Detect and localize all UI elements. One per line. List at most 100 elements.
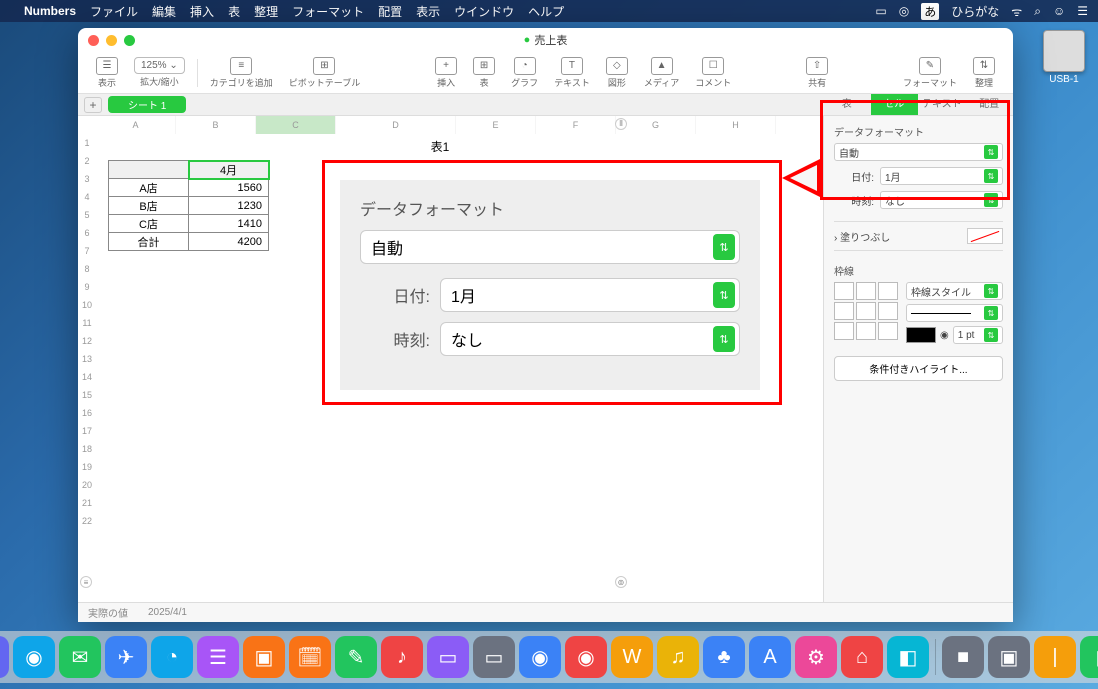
row-header[interactable]: 19 <box>78 458 96 476</box>
data-table[interactable]: 4月 A店1560 B店1230 C店1410 合計4200 <box>108 160 269 251</box>
battery-icon[interactable]: ▭ <box>875 4 886 18</box>
dock-app-icon[interactable]: ✎ <box>335 636 377 678</box>
dock-app-icon[interactable]: ♪ <box>381 636 423 678</box>
row-header[interactable]: 18 <box>78 440 96 458</box>
cell-store[interactable]: C店 <box>109 215 189 233</box>
zoom-select[interactable]: 125% ⌄ <box>134 57 185 74</box>
tb-share[interactable]: ⇧共有 <box>798 57 836 89</box>
app-name[interactable]: Numbers <box>24 4 76 18</box>
dock-app-icon[interactable]: ✈ <box>105 636 147 678</box>
data-format-select[interactable]: 自動⇅ <box>834 143 1003 161</box>
dock-app-icon[interactable]: ⚙ <box>795 636 837 678</box>
column-header[interactable]: D <box>336 116 456 134</box>
tb-zoom[interactable]: 125% ⌄拡大/縮小 <box>126 57 193 88</box>
dock-app-icon[interactable]: ⊞ <box>0 636 9 678</box>
menu-insert[interactable]: 挿入 <box>190 3 214 20</box>
row-header[interactable]: 22 <box>78 512 96 530</box>
fill-swatch[interactable] <box>967 228 1003 244</box>
column-header[interactable]: H <box>696 116 776 134</box>
conditional-highlight-button[interactable]: 条件付きハイライト... <box>834 356 1003 381</box>
row-header[interactable]: 17 <box>78 422 96 440</box>
dock-app-icon[interactable]: 🗓 <box>289 636 331 678</box>
border-picker[interactable] <box>834 282 898 340</box>
column-header[interactable]: F <box>536 116 616 134</box>
dock-app-icon[interactable]: | <box>1034 636 1076 678</box>
cell-value[interactable]: 1410 <box>189 215 269 233</box>
spotlight-icon[interactable]: ◎ <box>899 4 909 18</box>
dock-app-icon[interactable]: ◧ <box>887 636 929 678</box>
dock-app-icon[interactable]: ▭ <box>427 636 469 678</box>
wifi-icon[interactable]: ᯤ <box>1011 3 1022 20</box>
dock-app-icon[interactable]: A <box>749 636 791 678</box>
menu-edit[interactable]: 編集 <box>152 3 176 20</box>
tb-chart[interactable]: ◔グラフ <box>503 57 546 89</box>
row-header[interactable]: 7 <box>78 242 96 260</box>
row-header[interactable]: 11 <box>78 314 96 332</box>
row-header[interactable]: 10 <box>78 296 96 314</box>
row-header[interactable]: 8 <box>78 260 96 278</box>
column-header[interactable]: C <box>256 116 336 134</box>
menu-view[interactable]: 表示 <box>416 3 440 20</box>
add-sheet-button[interactable]: + <box>84 97 102 113</box>
row-header[interactable]: 6 <box>78 224 96 242</box>
dock-app-icon[interactable]: ☰ <box>197 636 239 678</box>
callout-date-select[interactable]: 1月⇅ <box>440 278 740 312</box>
row-header[interactable]: 4 <box>78 188 96 206</box>
ime-badge[interactable]: あ <box>921 3 939 20</box>
scroll-handle-icon[interactable]: ⊚ <box>615 576 627 588</box>
scroll-handle-icon[interactable]: ⫴ <box>615 118 627 130</box>
row-header[interactable]: 15 <box>78 386 96 404</box>
dock-app-icon[interactable]: ✉ <box>59 636 101 678</box>
row-header[interactable]: 5 <box>78 206 96 224</box>
date-select[interactable]: 1月⇅ <box>880 167 1003 185</box>
maximize-icon[interactable] <box>124 35 135 46</box>
sheet-tab[interactable]: シート 1 <box>108 96 186 113</box>
scroll-handle-icon[interactable]: ≡ <box>80 576 92 588</box>
dock-app-icon[interactable]: ◔ <box>151 636 193 678</box>
dock-app-icon[interactable]: ▮ <box>1080 636 1098 678</box>
row-header[interactable]: 21 <box>78 494 96 512</box>
cell-store[interactable]: 合計 <box>109 233 189 251</box>
row-header[interactable]: 2 <box>78 152 96 170</box>
row-header[interactable]: 9 <box>78 278 96 296</box>
dock-app-icon[interactable]: ⌂ <box>841 636 883 678</box>
menu-table[interactable]: 表 <box>228 3 240 20</box>
menu-organize[interactable]: 整理 <box>254 3 278 20</box>
inspector-tab-cell[interactable]: セル <box>871 94 919 115</box>
tb-media[interactable]: ▲メディア <box>636 57 687 89</box>
inspector-tab-layout[interactable]: 配置 <box>966 94 1014 115</box>
row-header[interactable]: 3 <box>78 170 96 188</box>
tb-comment[interactable]: ☐コメント <box>687 57 739 89</box>
cell-month-header[interactable]: 4月 <box>189 161 269 179</box>
column-header[interactable]: A <box>96 116 176 134</box>
tb-view[interactable]: ☰表示 <box>88 57 126 89</box>
menu-window[interactable]: ウインドウ <box>454 3 514 20</box>
row-header[interactable]: 1 <box>78 134 96 152</box>
cell-store[interactable]: B店 <box>109 197 189 215</box>
dock-app-icon[interactable]: ♫ <box>657 636 699 678</box>
minimize-icon[interactable] <box>106 35 117 46</box>
tb-organize[interactable]: ⇅整理 <box>965 57 1003 89</box>
border-color[interactable] <box>906 327 936 343</box>
time-select[interactable]: なし⇅ <box>880 191 1003 209</box>
dock-app-icon[interactable]: ◉ <box>519 636 561 678</box>
close-icon[interactable] <box>88 35 99 46</box>
desktop-drive[interactable]: USB-1 <box>1038 30 1090 85</box>
dock-app-icon[interactable]: ▣ <box>988 636 1030 678</box>
row-header[interactable]: 14 <box>78 368 96 386</box>
column-header[interactable]: G <box>616 116 696 134</box>
dock-app-icon[interactable]: ▭ <box>473 636 515 678</box>
inspector-tab-table[interactable]: 表 <box>823 94 871 115</box>
tb-shape[interactable]: ◇図形 <box>598 57 636 89</box>
row-header[interactable]: 16 <box>78 404 96 422</box>
tb-pivot[interactable]: ⊞ピボットテーブル <box>281 57 368 89</box>
tb-insert[interactable]: +挿入 <box>427 57 465 89</box>
dock-app-icon[interactable]: ▣ <box>243 636 285 678</box>
row-header[interactable]: 12 <box>78 332 96 350</box>
tb-table[interactable]: ⊞表 <box>465 57 503 89</box>
menu-format[interactable]: フォーマット <box>292 3 364 20</box>
column-header[interactable]: B <box>176 116 256 134</box>
cell-value[interactable]: 1230 <box>189 197 269 215</box>
ime-label[interactable]: ひらがな <box>951 3 999 20</box>
menu-file[interactable]: ファイル <box>90 3 138 20</box>
